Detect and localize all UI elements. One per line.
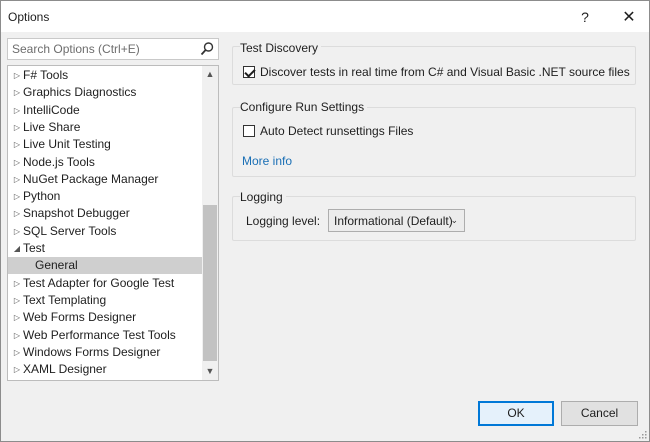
tree-item-label: Web Performance Test Tools [23, 327, 176, 342]
tree-item[interactable]: ▷ Python [8, 188, 202, 205]
tree-item[interactable]: ▷ Node.js Tools [8, 154, 202, 171]
scroll-thumb[interactable] [203, 205, 217, 361]
tree-item[interactable]: ▷ Snapshot Debugger [8, 205, 202, 222]
tree-item[interactable]: ◢ Test [8, 240, 202, 257]
tree-scrollbar[interactable]: ▲ ▼ [202, 66, 218, 380]
tree-item-label: Live Unit Testing [23, 137, 111, 152]
expand-arrow-icon[interactable]: ▷ [12, 327, 22, 344]
expand-arrow-icon[interactable]: ▷ [12, 292, 22, 309]
tree-item[interactable]: ▷ F# Tools [8, 67, 202, 84]
tree-item[interactable]: ▷ Text Templating [8, 292, 202, 309]
logging-level-label: Logging level: [246, 214, 321, 228]
tree-item[interactable]: ▷ Graphics Diagnostics [8, 84, 202, 101]
tree-item-label: IntelliCode [23, 102, 80, 117]
auto-detect-label[interactable]: Auto Detect runsettings Files [260, 124, 413, 138]
auto-detect-checkbox[interactable] [243, 125, 255, 137]
tree-item-label: Web Forms Designer [23, 310, 137, 325]
resize-grip-icon[interactable] [639, 431, 647, 439]
expand-arrow-icon[interactable]: ▷ [12, 361, 22, 378]
tree-item[interactable]: ▷ NuGet Package Manager [8, 171, 202, 188]
expanded-arrow-icon[interactable]: ◢ [12, 240, 22, 257]
tree-item[interactable]: ▷ Live Unit Testing [8, 136, 202, 153]
search-input[interactable] [12, 41, 192, 57]
test-discovery-title: Test Discovery [240, 41, 322, 55]
cancel-button[interactable]: Cancel [561, 401, 638, 426]
close-button[interactable]: ✕ [609, 1, 649, 32]
expand-arrow-icon[interactable]: ▷ [12, 171, 22, 188]
title-bar: Options ? ✕ [1, 1, 649, 32]
expand-arrow-icon[interactable]: ▷ [12, 344, 22, 361]
expand-arrow-icon[interactable]: ▷ [12, 205, 22, 222]
search-icon[interactable] [199, 41, 215, 57]
tree-item-label: Snapshot Debugger [23, 206, 130, 221]
expand-arrow-icon[interactable]: ▷ [12, 136, 22, 153]
discover-tests-label[interactable]: Discover tests in real time from C# and … [260, 65, 630, 79]
tree-item[interactable]: General [8, 257, 202, 275]
tree-item-label: Windows Forms Designer [23, 344, 161, 359]
window-title: Options [8, 10, 50, 24]
run-settings-group [232, 107, 636, 177]
tree-item[interactable]: ▷ Live Share [8, 119, 202, 136]
tree-item[interactable]: ▷ XAML Designer [8, 361, 202, 378]
run-settings-title: Configure Run Settings [240, 100, 368, 114]
more-info-link[interactable]: More info [242, 154, 292, 168]
chevron-down-icon: ⌄ [450, 215, 458, 225]
tree-item-label: Test [23, 241, 46, 255]
tree-item-label: General [35, 258, 78, 273]
scroll-up-arrow-icon[interactable]: ▲ [202, 66, 218, 83]
expand-arrow-icon[interactable]: ▷ [12, 154, 22, 171]
options-tree[interactable]: ▷ F# Tools ▷ Graphics Diagnostics ▷ IntelliCo… [7, 65, 219, 381]
tree-item-label: Python [23, 189, 61, 204]
tree-item-label: NuGet Package Manager [23, 171, 159, 186]
expand-arrow-icon[interactable]: ▷ [12, 309, 22, 326]
tree-item[interactable]: ▷ Web Forms Designer [8, 309, 202, 326]
logging-level-value: Informational (Default) [334, 214, 453, 228]
discover-tests-checkbox[interactable] [243, 66, 255, 78]
tree-item-label: XAML Designer [23, 362, 107, 377]
expand-arrow-icon[interactable]: ▷ [12, 275, 22, 292]
tree-item[interactable]: ▷ SQL Server Tools [8, 223, 202, 240]
tree-item-label: Text Templating [23, 292, 107, 307]
tree-item-label: Test Adapter for Google Test [23, 275, 175, 290]
scroll-down-arrow-icon[interactable]: ▼ [202, 363, 218, 380]
tree-item-label: SQL Server Tools [23, 223, 117, 238]
tree-item[interactable]: ▷ Windows Forms Designer [8, 344, 202, 361]
ok-button[interactable]: OK [478, 401, 554, 426]
tree-item-label: Node.js Tools [23, 154, 95, 169]
logging-level-dropdown[interactable]: Informational (Default) ⌄ [328, 209, 465, 232]
expand-arrow-icon[interactable]: ▷ [12, 102, 22, 119]
tree-item-label: Graphics Diagnostics [23, 85, 137, 100]
options-dialog: Options ? ✕ ▷F# Tools▷Graphics Diagnosti… [0, 0, 650, 442]
expand-arrow-icon[interactable]: ▷ [12, 223, 22, 240]
expand-arrow-icon[interactable]: ▷ [12, 84, 22, 101]
tree-item-label: F# Tools [23, 68, 69, 82]
tree-item[interactable]: ▷ Web Performance Test Tools [8, 327, 202, 344]
tree-item[interactable]: ▷ IntelliCode [8, 102, 202, 119]
expand-arrow-icon[interactable]: ▷ [12, 188, 22, 205]
tree-item[interactable]: ▷ Test Adapter for Google Test [8, 275, 202, 292]
search-box[interactable] [7, 38, 219, 60]
expand-arrow-icon[interactable]: ▷ [12, 67, 22, 84]
logging-title: Logging [240, 190, 286, 204]
expand-arrow-icon[interactable]: ▷ [12, 119, 22, 136]
help-button[interactable]: ? [565, 1, 605, 32]
tree-item-label: Live Share [23, 119, 81, 134]
